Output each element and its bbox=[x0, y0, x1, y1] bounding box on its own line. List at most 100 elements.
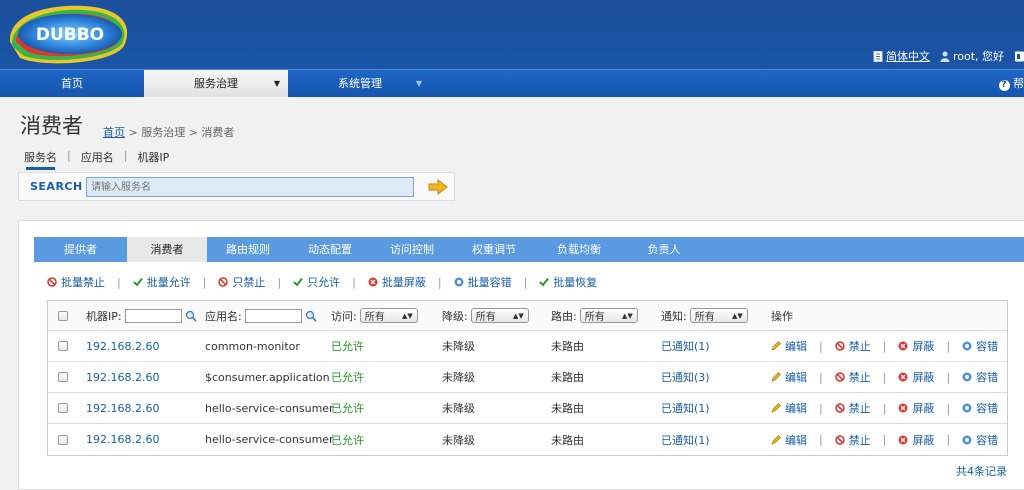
user-icon bbox=[940, 51, 950, 62]
record-count: 共4条记录 bbox=[956, 465, 1007, 478]
breadcrumb-home-link[interactable]: 首页 bbox=[103, 126, 125, 139]
batch-tolerance-button[interactable]: 批量容错 bbox=[454, 274, 512, 290]
edit-button[interactable]: 编辑 bbox=[771, 369, 807, 385]
row-notify-link[interactable]: 已通知(1) bbox=[661, 331, 710, 361]
forbid-button[interactable]: 禁止 bbox=[834, 432, 871, 448]
tab-route-rules[interactable]: 路由规则 bbox=[207, 237, 289, 262]
degrade-select-value: 所有 bbox=[475, 312, 496, 323]
tolerance-label: 容错 bbox=[976, 371, 999, 384]
gear-icon bbox=[962, 403, 972, 413]
nav-item-system-management[interactable]: 系统管理 ▼ bbox=[288, 70, 432, 97]
tab-dynamic-config[interactable]: 动态配置 bbox=[289, 237, 371, 262]
search-icon[interactable] bbox=[305, 310, 317, 322]
pencil-icon bbox=[771, 341, 781, 351]
check-icon bbox=[539, 277, 550, 287]
tab-weight[interactable]: 权重调节 bbox=[453, 237, 535, 262]
row-checkbox[interactable] bbox=[58, 434, 68, 445]
row-degrade-status: 未降级 bbox=[442, 340, 475, 353]
search-tab-service-name[interactable]: 服务名 bbox=[24, 149, 57, 170]
edit-button[interactable]: 编辑 bbox=[771, 432, 807, 448]
tolerance-label: 容错 bbox=[976, 340, 999, 353]
tolerance-button[interactable]: 容错 bbox=[962, 400, 998, 416]
chevron-updown-icon: ▲▼ bbox=[731, 311, 743, 320]
route-select[interactable]: 所有 ▲▼ bbox=[579, 308, 638, 323]
language-label[interactable]: 简体中文 bbox=[886, 48, 930, 64]
edit-button[interactable]: 编辑 bbox=[771, 400, 807, 416]
tab-access-control[interactable]: 访问控制 bbox=[371, 237, 453, 262]
forbid-button[interactable]: 禁止 bbox=[834, 400, 871, 416]
row-access-status: 已允许 bbox=[331, 402, 364, 415]
edit-label: 编辑 bbox=[785, 433, 807, 447]
breadcrumb: 首页 > 服务治理 > 消费者 bbox=[103, 124, 234, 140]
batch-shield-button[interactable]: 批量屏蔽 bbox=[368, 274, 426, 290]
edit-button[interactable]: 编辑 bbox=[771, 338, 807, 354]
page-title: 消费者 bbox=[20, 114, 83, 138]
forbid-icon bbox=[834, 434, 845, 445]
arrow-right-icon[interactable] bbox=[428, 179, 448, 195]
user-greeting[interactable]: root, 您好 bbox=[940, 48, 1004, 64]
search-tab-machine-ip[interactable]: 机器IP bbox=[137, 149, 169, 165]
row-ip-link[interactable]: 192.168.2.60 bbox=[86, 362, 159, 392]
gear-icon bbox=[454, 277, 464, 287]
tab-providers[interactable]: 提供者 bbox=[34, 237, 127, 262]
row-checkbox[interactable] bbox=[58, 403, 68, 413]
search-input[interactable] bbox=[86, 177, 414, 197]
nav-item-service-governance[interactable]: 服务治理 ▼ bbox=[144, 70, 288, 97]
caret-down-icon: ▼ bbox=[273, 79, 280, 88]
row-ip-link[interactable]: 192.168.2.60 bbox=[86, 424, 159, 455]
row-route-status: 未路由 bbox=[551, 433, 584, 447]
forbid-button[interactable]: 禁止 bbox=[834, 338, 871, 354]
row-checkbox[interactable] bbox=[58, 341, 68, 351]
table-row: 192.168.2.60 $consumer.application 已允许 未… bbox=[48, 362, 1007, 393]
shield-button[interactable]: 屏蔽 bbox=[898, 432, 934, 448]
batch-restore-button[interactable]: 批量恢复 bbox=[539, 274, 597, 290]
batch-forbid-button[interactable]: 批量禁止 bbox=[47, 274, 105, 290]
logout-icon-wrap[interactable] bbox=[1014, 48, 1024, 64]
shield-button[interactable]: 屏蔽 bbox=[898, 369, 934, 385]
notify-header-label: 通知: bbox=[661, 309, 687, 323]
row-ip-link[interactable]: 192.168.2.60 bbox=[86, 331, 159, 361]
row-degrade-status: 未降级 bbox=[442, 371, 475, 384]
row-access-status: 已允许 bbox=[331, 340, 364, 353]
language-switch[interactable]: 简体中文 bbox=[873, 48, 930, 64]
tab-owner[interactable]: 负责人 bbox=[623, 237, 705, 262]
batch-shield-label: 批量屏蔽 bbox=[381, 276, 426, 289]
search-icon[interactable] bbox=[185, 310, 197, 322]
notify-select[interactable]: 所有 ▲▼ bbox=[689, 308, 748, 323]
app-filter-input[interactable] bbox=[244, 308, 302, 323]
only-allow-button[interactable]: 只允许 bbox=[293, 274, 340, 290]
search-box: SEARCH bbox=[18, 172, 455, 201]
tolerance-button[interactable]: 容错 bbox=[962, 338, 998, 354]
row-notify-link[interactable]: 已通知(1) bbox=[661, 424, 710, 455]
access-select[interactable]: 所有 ▲▼ bbox=[359, 308, 418, 323]
forbid-icon bbox=[47, 277, 57, 287]
tab-load-balance[interactable]: 负载均衡 bbox=[535, 237, 623, 262]
logout-icon[interactable] bbox=[1014, 51, 1024, 62]
search-tab-app-name[interactable]: 应用名 bbox=[81, 149, 114, 165]
app-header: DUBBO 简体中文 root, 您好 bbox=[0, 0, 1024, 70]
row-checkbox[interactable] bbox=[58, 372, 68, 382]
divider: | bbox=[437, 275, 442, 289]
row-notify-link[interactable]: 已通知(1) bbox=[661, 393, 710, 423]
table-row: 192.168.2.60 hello-service-consumer 已允许 … bbox=[48, 393, 1007, 424]
divider: | bbox=[882, 433, 887, 446]
degrade-select[interactable]: 所有 ▲▼ bbox=[470, 308, 529, 323]
tolerance-button[interactable]: 容错 bbox=[962, 432, 998, 448]
tab-consumers[interactable]: 消费者 bbox=[127, 237, 207, 262]
shield-button[interactable]: 屏蔽 bbox=[898, 338, 934, 354]
batch-allow-button[interactable]: 批量允许 bbox=[133, 274, 191, 290]
select-all-checkbox[interactable] bbox=[58, 310, 68, 321]
only-forbid-button[interactable]: 只禁止 bbox=[218, 274, 265, 290]
help-link[interactable]: ? 帮 bbox=[998, 70, 1024, 97]
shield-button[interactable]: 屏蔽 bbox=[898, 400, 934, 416]
divider: | bbox=[352, 275, 356, 289]
ip-filter-input[interactable] bbox=[124, 308, 182, 323]
row-notify-link[interactable]: 已通知(3) bbox=[661, 362, 710, 392]
forbid-button[interactable]: 禁止 bbox=[834, 369, 871, 385]
row-ip-link[interactable]: 192.168.2.60 bbox=[86, 393, 159, 423]
row-actions: 编辑 | 禁止 | 屏蔽 | 容错 bbox=[771, 362, 998, 392]
tolerance-button[interactable]: 容错 bbox=[962, 369, 998, 385]
dubbo-logo[interactable]: DUBBO bbox=[4, 2, 132, 66]
nav-item-home[interactable]: 首页 bbox=[0, 70, 144, 97]
row-actions: 编辑 | 禁止 | 屏蔽 | 容错 bbox=[771, 393, 998, 423]
